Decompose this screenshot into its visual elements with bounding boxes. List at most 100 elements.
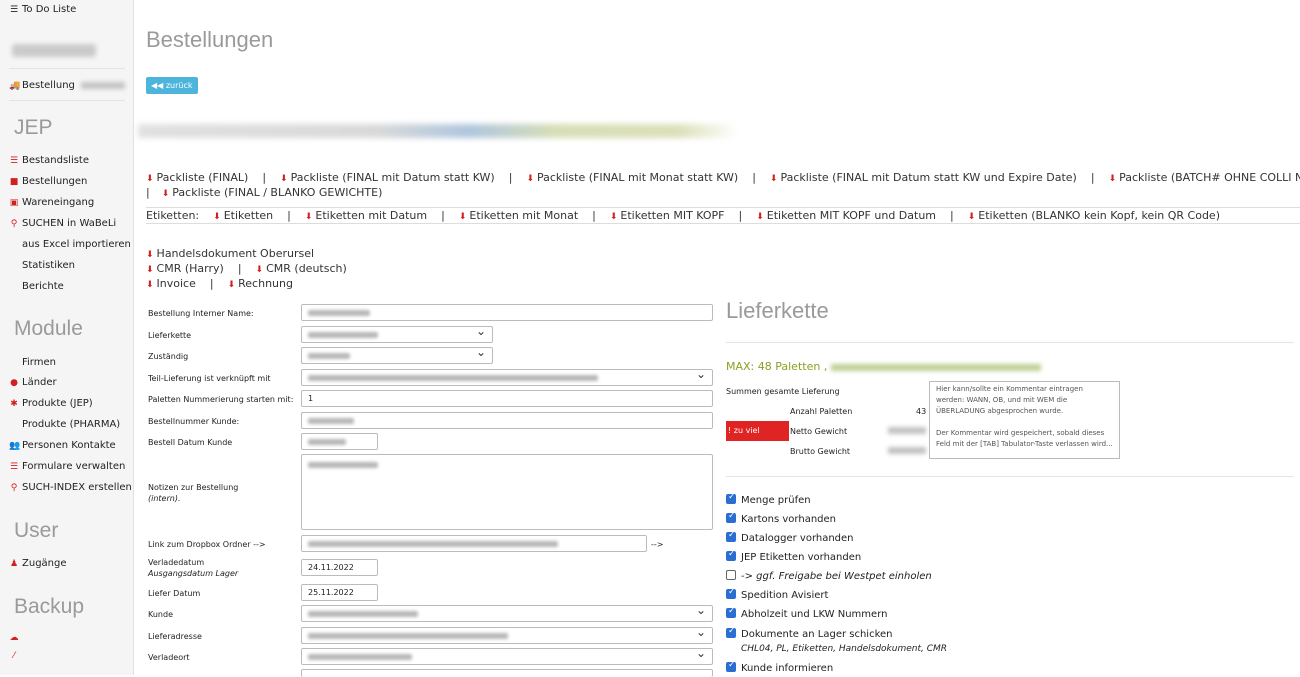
sidebar-item-label: Bestandsliste [22, 155, 90, 166]
sidebar-item-produkte-pharma[interactable]: Produkte (PHARMA) [9, 419, 120, 430]
sidebar-item-label: Zugänge [22, 558, 67, 569]
checkbox-jep-etiketten[interactable]: JEP Etiketten vorhanden [726, 549, 861, 563]
checkbox[interactable] [726, 511, 736, 523]
cloud-icon: ☁ [9, 633, 19, 643]
download-invoice[interactable]: ⬇ Invoice [146, 277, 196, 290]
redacted-value [308, 632, 508, 639]
verladeort-select[interactable] [301, 646, 713, 665]
download-etiketten-datum[interactable]: ⬇ Etiketten mit Datum [305, 209, 427, 222]
sidebar-item-todo[interactable]: ☰ To Do Liste [9, 4, 76, 15]
checkbox[interactable] [726, 549, 736, 561]
sidebar-item-zugaenge[interactable]: ♟ Zugänge [9, 558, 67, 569]
download-etiketten-kopf-datum[interactable]: ⬇ Etiketten MIT KOPF und Datum [756, 209, 936, 222]
bestell-datum-input[interactable] [301, 433, 378, 450]
redacted-value [308, 417, 354, 424]
sidebar-item-wareneingang[interactable]: ▣ Wareneingang [9, 197, 94, 208]
download-cmr-harry[interactable]: ⬇ CMR (Harry) [146, 262, 224, 275]
paletten-nummerierung-input[interactable]: 1 [301, 390, 713, 407]
sidebar-item-magic[interactable]: ⁄ [9, 650, 22, 661]
download-packliste-expire[interactable]: ⬇ Packliste (FINAL mit Datum statt KW und… [770, 171, 1077, 184]
checkbox[interactable] [726, 570, 736, 580]
download-icon: ⬇ [1108, 174, 1117, 184]
checkbox-label: Abholzeit und LKW Nummern [741, 609, 888, 620]
checkbox-freigabe-westpet[interactable]: -> ggf. Freigabe bei Westpet einholen [726, 570, 932, 582]
max-text: MAX: 48 Paletten , [726, 360, 828, 373]
lieferkette-select[interactable] [301, 324, 493, 343]
zustaendig-select[interactable] [301, 345, 493, 364]
checkbox-spedition[interactable]: Spedition Avisiert [726, 587, 828, 601]
sidebar-item-bestellung[interactable]: 🚚 Bestellung [9, 80, 126, 91]
download-rechnung[interactable]: ⬇ Rechnung [228, 277, 293, 290]
netto-gewicht-label: Netto Gewicht [790, 427, 848, 436]
sidebar-item-bestellungen[interactable]: ■ Bestellungen [9, 176, 88, 187]
sidebar-item-label: Statistiken [22, 260, 75, 271]
download-etiketten-kopf[interactable]: ⬇ Etiketten MIT KOPF [610, 209, 725, 222]
verladedatum-input[interactable]: 24.11.2022 [301, 559, 378, 576]
sidebar-item-label: Bestellung [22, 80, 75, 91]
dropbox-link-arrow[interactable]: --> [651, 539, 663, 550]
download-etiketten-monat[interactable]: ⬇ Etiketten mit Monat [459, 209, 578, 222]
checkbox-kunde-informieren[interactable]: Kunde informieren [726, 660, 833, 674]
download-icon: ⬇ [146, 265, 154, 275]
download-icon: ⬇ [458, 212, 467, 222]
next-field-input[interactable] [301, 669, 713, 677]
sidebar-item-cloud-backup[interactable]: ☁ [9, 632, 22, 643]
checkbox-datalogger[interactable]: Datalogger vorhanden [726, 530, 854, 544]
download-packliste-batch[interactable]: ⬇Packliste (BATCH# OHNE COLLI NUMMERN) [1109, 171, 1300, 184]
link-label: Etiketten mit Monat [469, 209, 579, 222]
users-icon: 👥 [9, 441, 21, 451]
sidebar-item-excel-import[interactable]: aus Excel importieren [9, 239, 131, 250]
checkbox[interactable] [726, 492, 736, 504]
separator: | [752, 171, 756, 184]
checkbox-dokumente-lager[interactable]: Dokumente an Lager schicken [726, 626, 893, 640]
teil-lieferung-select[interactable] [301, 367, 713, 386]
download-packliste-monat[interactable]: ⬇ Packliste (FINAL mit Monat statt KW) [526, 171, 738, 184]
checkbox[interactable] [726, 626, 736, 638]
sidebar-item-berichte[interactable]: Berichte [9, 281, 64, 292]
download-icon: ⬇ [227, 280, 236, 290]
link-label: CMR (deutsch) [266, 262, 347, 275]
anzahl-paletten-label: Anzahl Paletten [790, 407, 853, 416]
dropbox-link-input[interactable] [301, 535, 647, 552]
globe-icon: ● [10, 378, 18, 388]
sidebar-item-produkte-jep[interactable]: ✱ Produkte (JEP) [9, 398, 92, 409]
sidebar-item-firmen[interactable]: Firmen [9, 357, 56, 368]
sidebar-item-personen-kontakte[interactable]: 👥 Personen Kontakte [9, 440, 116, 451]
checkbox[interactable] [726, 587, 736, 599]
label-notizen: Notizen zur Bestellung (intern). [148, 482, 238, 504]
checkbox[interactable] [726, 530, 736, 542]
sidebar-item-such-index[interactable]: ⚲ SUCH-INDEX erstellen [9, 482, 132, 493]
back-button[interactable]: ◀◀ zurück [146, 77, 198, 94]
notizen-textarea[interactable] [301, 454, 713, 530]
download-packliste-datum[interactable]: ⬇ Packliste (FINAL mit Datum statt KW) [280, 171, 495, 184]
lieferadresse-select[interactable] [301, 625, 713, 644]
double-chevron-left-icon: ◀◀ [151, 81, 164, 90]
liefer-datum-input[interactable]: 25.11.2022 [301, 584, 378, 601]
sidebar-item-laender[interactable]: ● Länder [9, 377, 57, 388]
download-etiketten[interactable]: ⬇ Etiketten [213, 209, 273, 222]
download-cmr-deutsch[interactable]: ⬇ CMR (deutsch) [256, 262, 347, 275]
checkbox-menge-pruefen[interactable]: Menge prüfen [726, 492, 811, 506]
download-packliste-blanko[interactable]: ⬇ Packliste (FINAL / BLANKO GEWICHTE) [162, 186, 383, 199]
redacted-value [308, 309, 370, 316]
interner-name-input[interactable] [301, 304, 713, 321]
inbox-icon: ▣ [9, 198, 19, 208]
sidebar-item-bestandsliste[interactable]: ☰ Bestandsliste [9, 155, 89, 166]
checkbox-abholzeit[interactable]: Abholzeit und LKW Nummern [726, 606, 888, 620]
download-handelsdokument[interactable]: ⬇ Handelsdokument Oberursel [146, 247, 314, 260]
checkbox-kartons[interactable]: Kartons vorhanden [726, 511, 836, 525]
download-etiketten-blanko[interactable]: ⬇ Etiketten (BLANKO kein Kopf, kein QR Co… [968, 209, 1220, 222]
sidebar-item-formulare[interactable]: ☰ Formulare verwalten [9, 461, 125, 472]
sidebar-item-suchen[interactable]: ⚲ SUCHEN in WaBeLi [9, 218, 116, 229]
checkbox[interactable] [726, 660, 736, 672]
download-packliste-final[interactable]: ⬇ Packliste (FINAL) [146, 171, 248, 184]
sidebar-item-statistiken[interactable]: Statistiken [9, 260, 75, 271]
sidebar-item-label: Wareneingang [22, 197, 95, 208]
download-icon: ⬇ [967, 212, 976, 222]
checkbox[interactable] [726, 606, 736, 618]
sidebar-item-label: Formulare verwalten [22, 461, 126, 472]
kunde-select[interactable] [301, 603, 713, 622]
ueberladung-comment-textarea[interactable]: Hier kann/sollte ein Kommentar eintragen… [929, 381, 1120, 459]
label-dropbox: Link zum Dropbox Ordner --> [148, 540, 266, 549]
bestellnummer-input[interactable] [301, 412, 713, 429]
